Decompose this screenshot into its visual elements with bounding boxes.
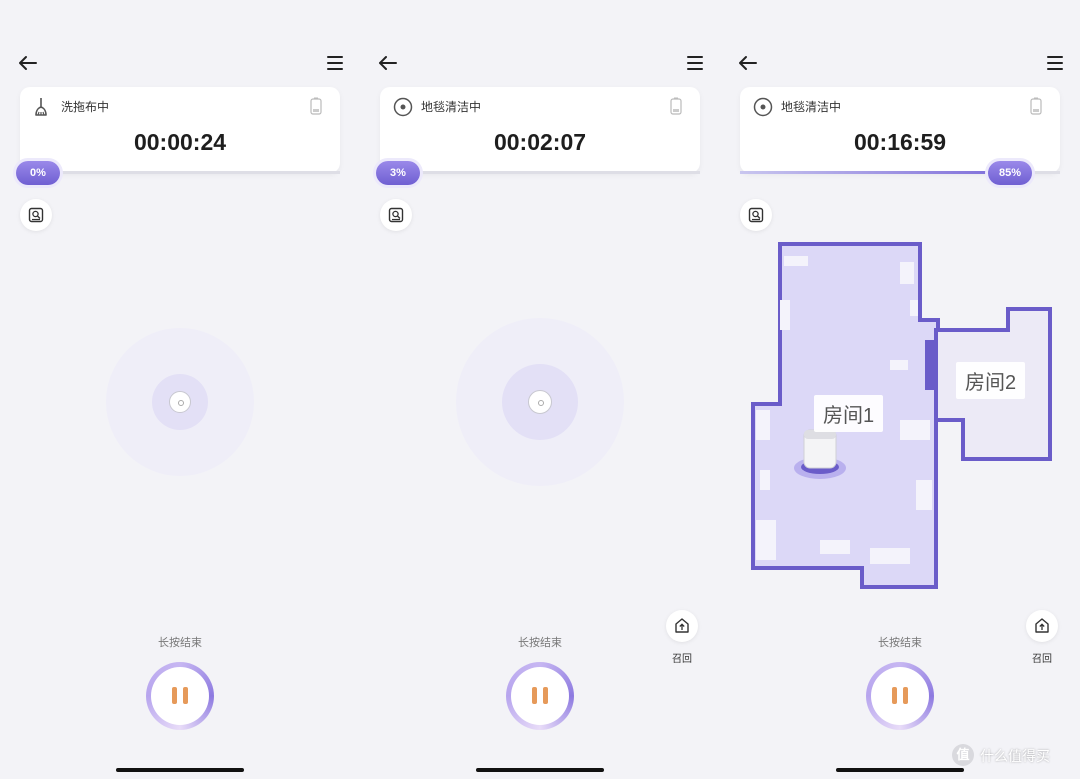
recall-label: 召回 [1032,654,1052,665]
home-recall-icon [1035,618,1049,633]
progress-track [380,171,700,174]
pause-icon [871,667,929,725]
elapsed-timer: 00:02:07 [493,129,587,155]
map-view-button[interactable] [380,199,412,231]
battery-icon [310,97,322,115]
mode-label: 地毯清洁中 [421,100,482,114]
panel-carpet-cleaning: 地毯清洁中 00:02:07 3% 召回 长按结束 [360,0,720,779]
battery-icon [1030,97,1042,115]
map-view-button[interactable] [20,199,52,231]
menu-button[interactable] [682,52,708,74]
robot-dot-icon [169,391,191,413]
status-card: 洗拖布中 00:00:24 [20,87,340,173]
back-button[interactable] [734,50,762,76]
back-arrow-icon [19,56,37,70]
pause-button[interactable] [506,662,574,730]
map-search-icon [388,207,404,223]
hamburger-icon [1047,56,1063,70]
pause-icon [511,667,569,725]
room-divider [925,340,934,390]
room-2-label[interactable]: 房间2 [956,362,1026,399]
progress-fill [740,171,1012,174]
back-button[interactable] [374,50,402,76]
robot-halo [794,457,846,479]
pause-button[interactable] [146,662,214,730]
robot-dot-icon [528,390,552,414]
menu-button[interactable] [322,52,348,74]
screenshot-strip: 洗拖布中 00:00:24 0% 长按结束 地毯清洁中 00:02:07 3% … [0,0,1080,779]
back-arrow-icon [379,56,397,70]
home-indicator[interactable] [836,768,964,772]
elapsed-timer: 00:00:24 [133,129,227,155]
battery-icon [670,97,682,115]
pause-button[interactable] [866,662,934,730]
back-button[interactable] [14,50,42,76]
mode-label: 洗拖布中 [61,100,110,114]
menu-button[interactable] [1042,52,1068,74]
progress-track [20,171,340,174]
carpet-clean-icon [753,97,773,117]
hold-to-end-label: 长按结束 [518,637,562,649]
pause-icon [151,667,209,725]
progress-badge: 85% [988,161,1032,185]
home-indicator[interactable] [116,768,244,772]
back-arrow-icon [739,56,757,70]
status-card: 地毯清洁中 00:02:07 [380,87,700,173]
progress-badge: 3% [376,161,420,185]
elapsed-timer: 00:16:59 [853,129,947,155]
watermark-logo-icon: 值 [952,744,974,766]
map-search-icon [28,207,44,223]
mop-icon [35,98,47,116]
home-recall-icon [675,618,689,633]
hold-to-end-label: 长按结束 [158,637,202,649]
hamburger-icon [327,56,343,70]
carpet-clean-icon [393,97,413,117]
watermark: 值 什么值得买 [952,744,1072,766]
recall-label: 召回 [672,654,692,665]
hold-to-end-label: 长按结束 [878,637,922,649]
home-indicator[interactable] [476,768,604,772]
hamburger-icon [687,56,703,70]
robot-icon [803,429,837,469]
room-1-label[interactable]: 房间1 [814,395,884,432]
mode-label: 地毯清洁中 [781,100,842,114]
progress-badge: 0% [16,161,60,185]
panel-carpet-cleaning-map: 地毯清洁中 00:16:59 85% 房间1 房间2 召回 长按结束 [720,0,1080,779]
map-search-icon [748,207,764,223]
map-view-button[interactable] [740,199,772,231]
panel-mop-washing: 洗拖布中 00:00:24 0% 长按结束 [0,0,360,779]
watermark-text: 什么值得买 [980,748,1050,764]
